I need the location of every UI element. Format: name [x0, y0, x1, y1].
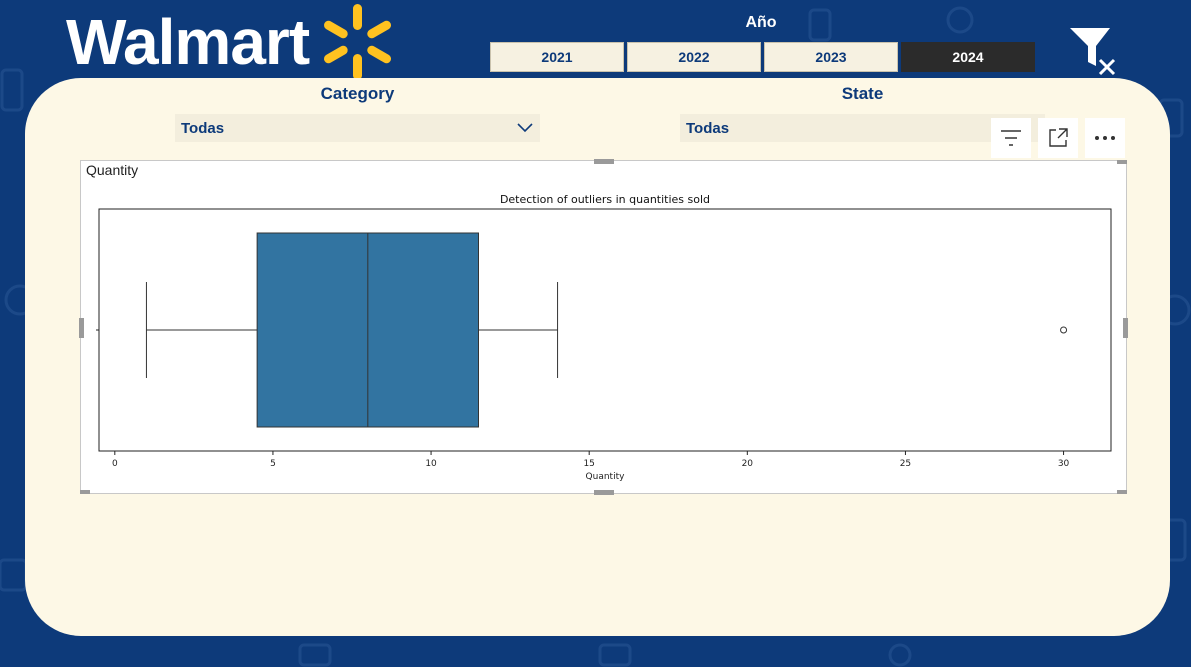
state-slicer-title: State	[841, 84, 884, 103]
resize-handle-top[interactable]	[594, 159, 614, 164]
x-tick-label-0: 0	[112, 459, 118, 469]
year-filter-label: Año	[745, 14, 777, 31]
category-slicer-title: Category	[320, 84, 395, 103]
year-tab-2023[interactable]: 2023	[764, 42, 898, 72]
x-tick-label-20: 20	[742, 459, 754, 469]
year-tab-2021[interactable]: 2021	[490, 42, 624, 72]
filter-icon	[1001, 130, 1021, 146]
year-tab-2024[interactable]: 2024	[901, 42, 1035, 72]
resize-handle-top-right[interactable]	[1117, 160, 1127, 164]
state-dropdown-value: Todas	[686, 119, 730, 137]
resize-handle-bottom[interactable]	[594, 490, 614, 495]
x-tick-label-5: 5	[270, 459, 276, 469]
focus-mode-button[interactable]	[1038, 118, 1078, 158]
more-options-icon	[1095, 136, 1115, 140]
x-tick-label-25: 25	[900, 459, 911, 469]
walmart-wordmark: Walmart	[66, 6, 310, 78]
resize-handle-right[interactable]	[1123, 318, 1128, 338]
boxplot-chart: Detection of outliers in quantities sold…	[96, 193, 1112, 482]
focus-mode-icon	[1049, 128, 1068, 147]
year-filter-tabs: 2021 2022 2023 2024	[490, 42, 1035, 72]
year-tab-2022[interactable]: 2022	[627, 42, 761, 72]
filter-clear-icon[interactable]	[1066, 24, 1120, 78]
chart-title: Detection of outliers in quantities sold	[500, 193, 710, 206]
category-dropdown-value: Todas	[181, 119, 225, 137]
resize-handle-left[interactable]	[79, 318, 84, 338]
boxplot-visual[interactable]: Quantity Detection of outliers in quanti…	[80, 160, 1127, 494]
x-tick-label-30: 30	[1058, 459, 1070, 469]
chevron-down-icon	[517, 123, 533, 133]
x-tick-label-10: 10	[425, 459, 437, 469]
visual-filter-button[interactable]	[991, 118, 1031, 158]
more-options-button[interactable]	[1085, 118, 1125, 158]
outlier-point-0	[1060, 326, 1068, 334]
walmart-spark-icon	[324, 4, 392, 80]
x-axis-label: Quantity	[586, 472, 626, 482]
walmart-logo: Walmart	[66, 2, 397, 82]
resize-handle-bottom-left[interactable]	[80, 490, 90, 494]
category-dropdown[interactable]: Todas	[175, 114, 540, 142]
resize-handle-bottom-right[interactable]	[1117, 490, 1127, 494]
x-tick-label-15: 15	[583, 459, 594, 469]
